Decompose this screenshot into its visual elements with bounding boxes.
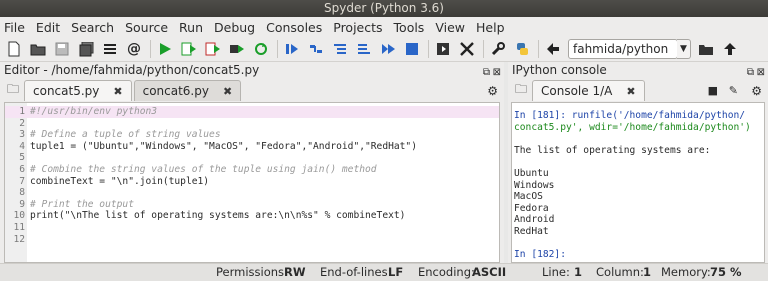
console-tab-bar: 🗀 Console 1/A ✖ ■ ✎ ⚙ [508, 79, 768, 101]
eol-label: End-of-lines: [320, 265, 392, 279]
main-toolbar: @ fahmida/python ▼ [0, 37, 768, 62]
code-line: 6 # Combine the string values of the tupl… [19, 164, 377, 175]
step-return-icon[interactable] [355, 40, 373, 58]
editor-tab-bar: 🗀 concat5.py ✖ concat6.py ✖ ⚙ [0, 79, 504, 101]
browse-tabs-icon[interactable]: 🗀 [4, 81, 22, 99]
parent-dir-arrow-icon[interactable] [721, 40, 739, 58]
code-line: 8 [19, 187, 25, 199]
tab-label: Console 1/A [541, 84, 613, 98]
console-input-line: In [181]: runfile('/home/fahmida/python/ [514, 110, 746, 121]
browse-folder-icon[interactable] [697, 40, 715, 58]
run-cell-icon[interactable] [180, 40, 198, 58]
console-output-line: Fedora [514, 202, 549, 214]
back-arrow-icon[interactable] [544, 40, 562, 58]
stop-square-icon[interactable]: ■ [708, 84, 718, 97]
chevron-down-icon[interactable]: ▼ [677, 39, 691, 59]
tab-label: concat6.py [142, 84, 209, 98]
code-line: 2 [19, 117, 25, 129]
menu-edit[interactable]: Edit [36, 20, 60, 35]
menu-projects[interactable]: Projects [333, 20, 382, 35]
debug-icon[interactable] [283, 40, 301, 58]
console-output-line: Windows [514, 179, 555, 191]
menu-debug[interactable]: Debug [214, 20, 255, 35]
continue-icon[interactable] [379, 40, 397, 58]
line-value: 1 [574, 265, 583, 279]
ipython-console[interactable]: In [181]: runfile('/home/fahmida/python/… [511, 102, 765, 263]
eol-value: LF [388, 265, 404, 279]
run-selection-icon[interactable] [228, 40, 246, 58]
code-line: 5 [19, 152, 25, 164]
console-output-line: RedHat [514, 226, 549, 237]
window-title: Spyder (Python 3.6) [0, 0, 768, 17]
close-tab-icon[interactable]: ✖ [113, 85, 122, 98]
tab-label: concat5.py [33, 84, 100, 98]
stop-debug-icon[interactable] [403, 40, 421, 58]
menu-consoles[interactable]: Consoles [266, 20, 322, 35]
console-output-line: Ubuntu [514, 168, 549, 179]
fullscreen-icon[interactable] [458, 40, 476, 58]
gear-icon[interactable]: ⚙ [487, 84, 498, 98]
console-input-line: concat5.py', wdir='/home/fahmida/python'… [514, 121, 751, 133]
permissions-label: Permissions: [216, 265, 288, 279]
status-bar: Permissions: RW End-of-lines: LF Encodin… [0, 263, 768, 281]
list-icon[interactable] [101, 40, 119, 58]
tab-concat5[interactable]: concat5.py ✖ [24, 80, 132, 101]
column-value: 1 [643, 265, 652, 279]
menu-file[interactable]: File [4, 20, 25, 35]
code-line: 7 combineText = "\n".join(tuple1) [19, 175, 210, 187]
tab-console-1a[interactable]: Console 1/A ✖ [532, 80, 645, 101]
code-editor[interactable]: 1 #!/usr/bin/env python3 2 3 # Define a tu… [4, 102, 500, 263]
menu-bar: File Edit Search Source Run Debug Consol… [0, 17, 768, 37]
menu-view[interactable]: View [435, 20, 465, 35]
at-icon[interactable]: @ [125, 40, 143, 58]
close-tab-icon[interactable]: ✖ [223, 85, 232, 98]
code-line: 1 #!/usr/bin/env python3 [5, 106, 499, 118]
gear-icon[interactable]: ⚙ [751, 84, 762, 98]
console-output-header: The list of operating systems are: [514, 144, 711, 156]
close-tab-icon[interactable]: ✖ [626, 85, 635, 98]
editor-title-text: Editor - /home/fahmida/python/concat5.py [4, 63, 260, 77]
code-line: 10 print("\nThe list of operating systems… [13, 210, 406, 222]
python-path-icon[interactable] [513, 40, 531, 58]
encoding-value: ASCII [472, 265, 507, 279]
browse-tabs-icon[interactable]: 🗀 [512, 81, 530, 99]
console-output-line: Android [514, 214, 555, 226]
open-folder-icon[interactable] [29, 40, 47, 58]
menu-search[interactable]: Search [71, 20, 114, 35]
line-label: Line: [542, 265, 570, 279]
tab-concat6[interactable]: concat6.py ✖ [133, 80, 242, 101]
console-title: IPython console ⧉ ⊠ [508, 62, 768, 79]
console-title-text: IPython console [512, 63, 607, 77]
save-all-icon[interactable] [77, 40, 95, 58]
step-icon[interactable] [307, 40, 325, 58]
column-label: Column: [596, 265, 644, 279]
preferences-wrench-icon[interactable] [489, 40, 507, 58]
console-output-line: MacOS [514, 191, 543, 203]
menu-run[interactable]: Run [179, 20, 203, 35]
code-line: 12 [13, 233, 25, 245]
menu-help[interactable]: Help [476, 20, 505, 35]
maximize-pane-icon[interactable] [434, 40, 452, 58]
code-line: 11 [13, 222, 25, 233]
edit-pencil-icon[interactable]: ✎ [729, 84, 738, 97]
run-icon[interactable] [156, 40, 174, 58]
editor-title: Editor - /home/fahmida/python/concat5.py… [0, 62, 504, 79]
permissions-value: RW [284, 265, 306, 279]
new-file-icon[interactable] [5, 40, 23, 58]
menu-source[interactable]: Source [125, 20, 168, 35]
console-next-prompt: In [182]: [514, 249, 566, 260]
encoding-label: Encoding: [418, 265, 475, 279]
code-line: 4 tuple1 = ("Ubuntu","Windows", "MacOS", … [19, 140, 417, 152]
run-cell-advance-icon[interactable] [204, 40, 222, 58]
memory-value: 75 % [710, 265, 742, 279]
code-line: 9 # Print the output [19, 198, 134, 210]
code-line: 3 # Define a tuple of string values [19, 129, 221, 141]
menu-tools[interactable]: Tools [394, 20, 425, 35]
rerun-icon[interactable] [252, 40, 270, 58]
memory-label: Memory: [661, 265, 711, 279]
step-into-icon[interactable] [331, 40, 349, 58]
save-icon[interactable] [53, 40, 71, 58]
working-directory-input[interactable]: fahmida/python [568, 39, 678, 59]
